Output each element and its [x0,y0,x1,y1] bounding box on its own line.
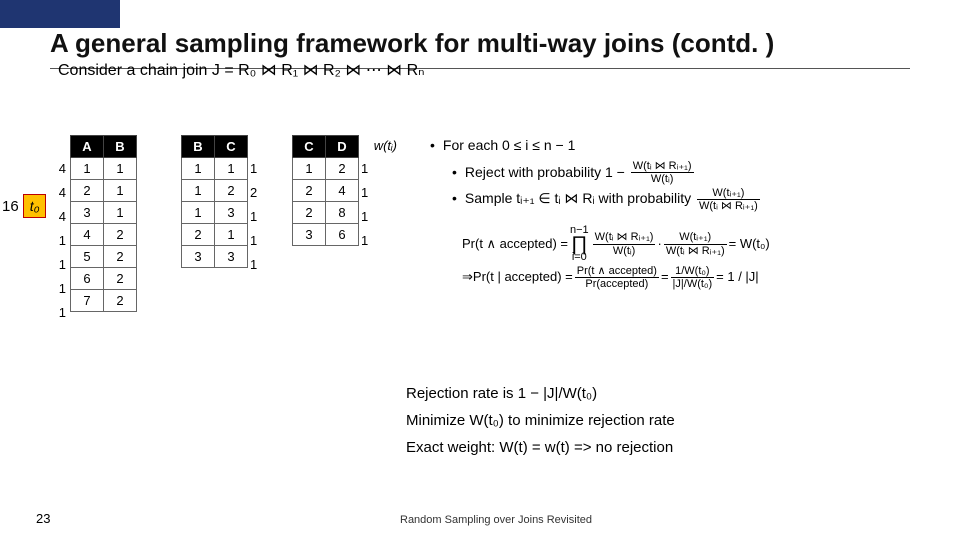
slide-title: A general sampling framework for multi-w… [50,28,774,59]
table-row: 52 [71,246,137,268]
table-CD-wrap: 1111 w(tᵢ) CD 12242836 [292,135,359,246]
bullet-reject: Reject with probability 1 − W(tᵢ ⋈ Rᵢ₊₁)… [465,159,696,186]
weights-AB: 4441111 [52,157,66,325]
t0-count: 16 [2,198,19,215]
row-weight: 1 [52,277,66,301]
table-row: 72 [71,290,137,312]
bottom-notes: Rejection rate is 1 − |J|/W(t₀) Minimize… [406,380,675,461]
col-header: B [104,136,137,158]
t0-annotation: 16 t₀ [2,194,46,218]
row-weight: 4 [52,181,66,205]
row-weight: 1 [361,157,375,181]
table-row: 28 [293,202,359,224]
table-row: 21 [182,224,248,246]
row-weight: 1 [52,229,66,253]
col-header: B [182,136,215,158]
table-BC: BC 1112132133 [181,135,248,268]
tables-area: 4441111 AB 11213142526272 12111 BC 11121… [70,135,359,312]
footer-text: Random Sampling over Joins Revisited [400,514,592,526]
table-AB-wrap: 4441111 AB 11213142526272 [70,135,137,312]
table-AB: AB 11213142526272 [70,135,137,312]
equations-block: Pr(t ∧ accepted) = n−1 ∏ i=0 W(tᵢ ⋈ Rᵢ₊₁… [462,225,770,292]
table-row: 13 [182,202,248,224]
table-row: 36 [293,224,359,246]
t0-box: t₀ [23,194,47,218]
slide-number: 23 [36,511,50,526]
col-header: A [71,136,104,158]
wt-label: w(tᵢ) [374,138,397,153]
accent-bar [0,0,120,28]
row-weight: 4 [52,157,66,181]
algorithm-bullets: •For each 0 ≤ i ≤ n − 1 • Reject with pr… [430,132,950,212]
note-exact-weight: Exact weight: W(t) = w(t) => no rejectio… [406,434,675,461]
row-weight: 2 [250,181,264,205]
table-row: 12 [182,180,248,202]
table-row: 62 [71,268,137,290]
row-weight: 4 [52,205,66,229]
row-weight: 1 [250,229,264,253]
row-weight: 1 [52,253,66,277]
row-weight: 1 [250,205,264,229]
row-weight: 1 [361,205,375,229]
eq-conditional: ⇒ Pr(t | accepted) = Pr(t ∧ accepted)Pr(… [462,265,770,290]
bullet-sample: Sample tᵢ₊₁ ∈ tᵢ ⋈ Rᵢ with probability W… [465,185,762,212]
col-header: C [293,136,326,158]
bullet-foreach: For each 0 ≤ i ≤ n − 1 [443,132,576,159]
row-weight: 1 [250,157,264,181]
col-header: D [326,136,359,158]
row-weight: 1 [52,301,66,325]
note-minimize: Minimize W(t₀) to minimize rejection rat… [406,407,675,434]
note-rejection-rate: Rejection rate is 1 − |J|/W(t₀) [406,380,675,407]
weights-CD: 1111 [361,157,375,253]
table-row: 31 [71,202,137,224]
table-row: 24 [293,180,359,202]
row-weight: 1 [250,253,264,277]
row-weight: 1 [361,181,375,205]
table-row: 21 [71,180,137,202]
table-CD: CD 12242836 [292,135,359,246]
table-row: 11 [182,158,248,180]
intro-line: Consider a chain join J = R₀ ⋈ R₁ ⋈ R₂ ⋈… [58,60,425,80]
weights-BC: 12111 [250,157,264,277]
table-row: 42 [71,224,137,246]
table-row: 11 [71,158,137,180]
eq-accepted: Pr(t ∧ accepted) = n−1 ∏ i=0 W(tᵢ ⋈ Rᵢ₊₁… [462,225,770,263]
table-row: 12 [293,158,359,180]
table-BC-wrap: 12111 BC 1112132133 [181,135,248,268]
row-weight: 1 [361,229,375,253]
col-header: C [215,136,248,158]
table-row: 33 [182,246,248,268]
